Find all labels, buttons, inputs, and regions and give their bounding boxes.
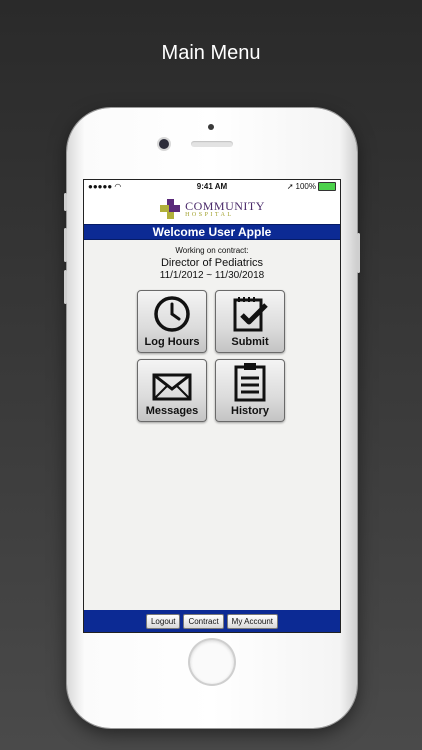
home-button[interactable] — [190, 640, 234, 684]
hospital-logo: COMMUNITY HOSPITAL — [84, 194, 340, 224]
battery-percent: 100% — [295, 182, 316, 191]
proximity-sensor — [208, 124, 214, 130]
envelope-icon — [152, 373, 192, 401]
contract-dates: 11/1/2012 ~ 11/30/2018 — [159, 270, 265, 281]
welcome-banner: Welcome User Apple — [84, 224, 340, 240]
submit-label: Submit — [231, 336, 269, 348]
my-account-button[interactable]: My Account — [226, 613, 279, 629]
contract-name: Director of Pediatrics — [160, 257, 264, 269]
battery-icon — [318, 182, 336, 191]
log-hours-label: Log Hours — [144, 336, 200, 348]
contract-label: Working on contract: — [175, 246, 249, 255]
mute-switch — [64, 193, 67, 211]
screen: ●●●●● ◠ 9:41 AM ➚ 100% COMMUNITY HOSPITA… — [84, 180, 340, 632]
page-caption: Main Menu — [161, 42, 261, 64]
status-bar: ●●●●● ◠ 9:41 AM ➚ 100% — [84, 180, 340, 194]
phone-frame: ●●●●● ◠ 9:41 AM ➚ 100% COMMUNITY HOSPITA… — [64, 108, 360, 728]
logout-button[interactable]: Logout — [145, 613, 181, 629]
volume-up-button — [64, 228, 67, 262]
contract-info: Working on contract: Director of Pediatr… — [84, 240, 340, 281]
power-button — [357, 233, 360, 273]
contract-button[interactable]: Contract — [183, 613, 224, 629]
main-menu-grid: Log Hours Submit Messages History — [137, 290, 287, 422]
status-right: ➚ 100% — [287, 182, 336, 191]
checklist-submit-icon — [233, 297, 268, 332]
submit-button[interactable]: Submit — [215, 290, 285, 353]
messages-label: Messages — [145, 405, 199, 417]
history-button[interactable]: History — [215, 359, 285, 422]
volume-down-button — [64, 270, 67, 304]
clock-icon — [154, 296, 190, 332]
logo-subtitle: HOSPITAL — [185, 212, 234, 218]
front-camera — [159, 139, 169, 149]
messages-button[interactable]: Messages — [137, 359, 207, 422]
footer-bar: Logout Contract My Account — [84, 610, 340, 632]
earpiece-speaker — [191, 141, 233, 147]
history-label: History — [231, 405, 269, 417]
logo-name: COMMUNITY — [185, 199, 265, 213]
location-arrow-icon: ➚ — [286, 182, 294, 191]
clipboard-icon — [234, 363, 266, 402]
medical-cross-icon — [160, 199, 181, 219]
log-hours-button[interactable]: Log Hours — [137, 290, 207, 353]
